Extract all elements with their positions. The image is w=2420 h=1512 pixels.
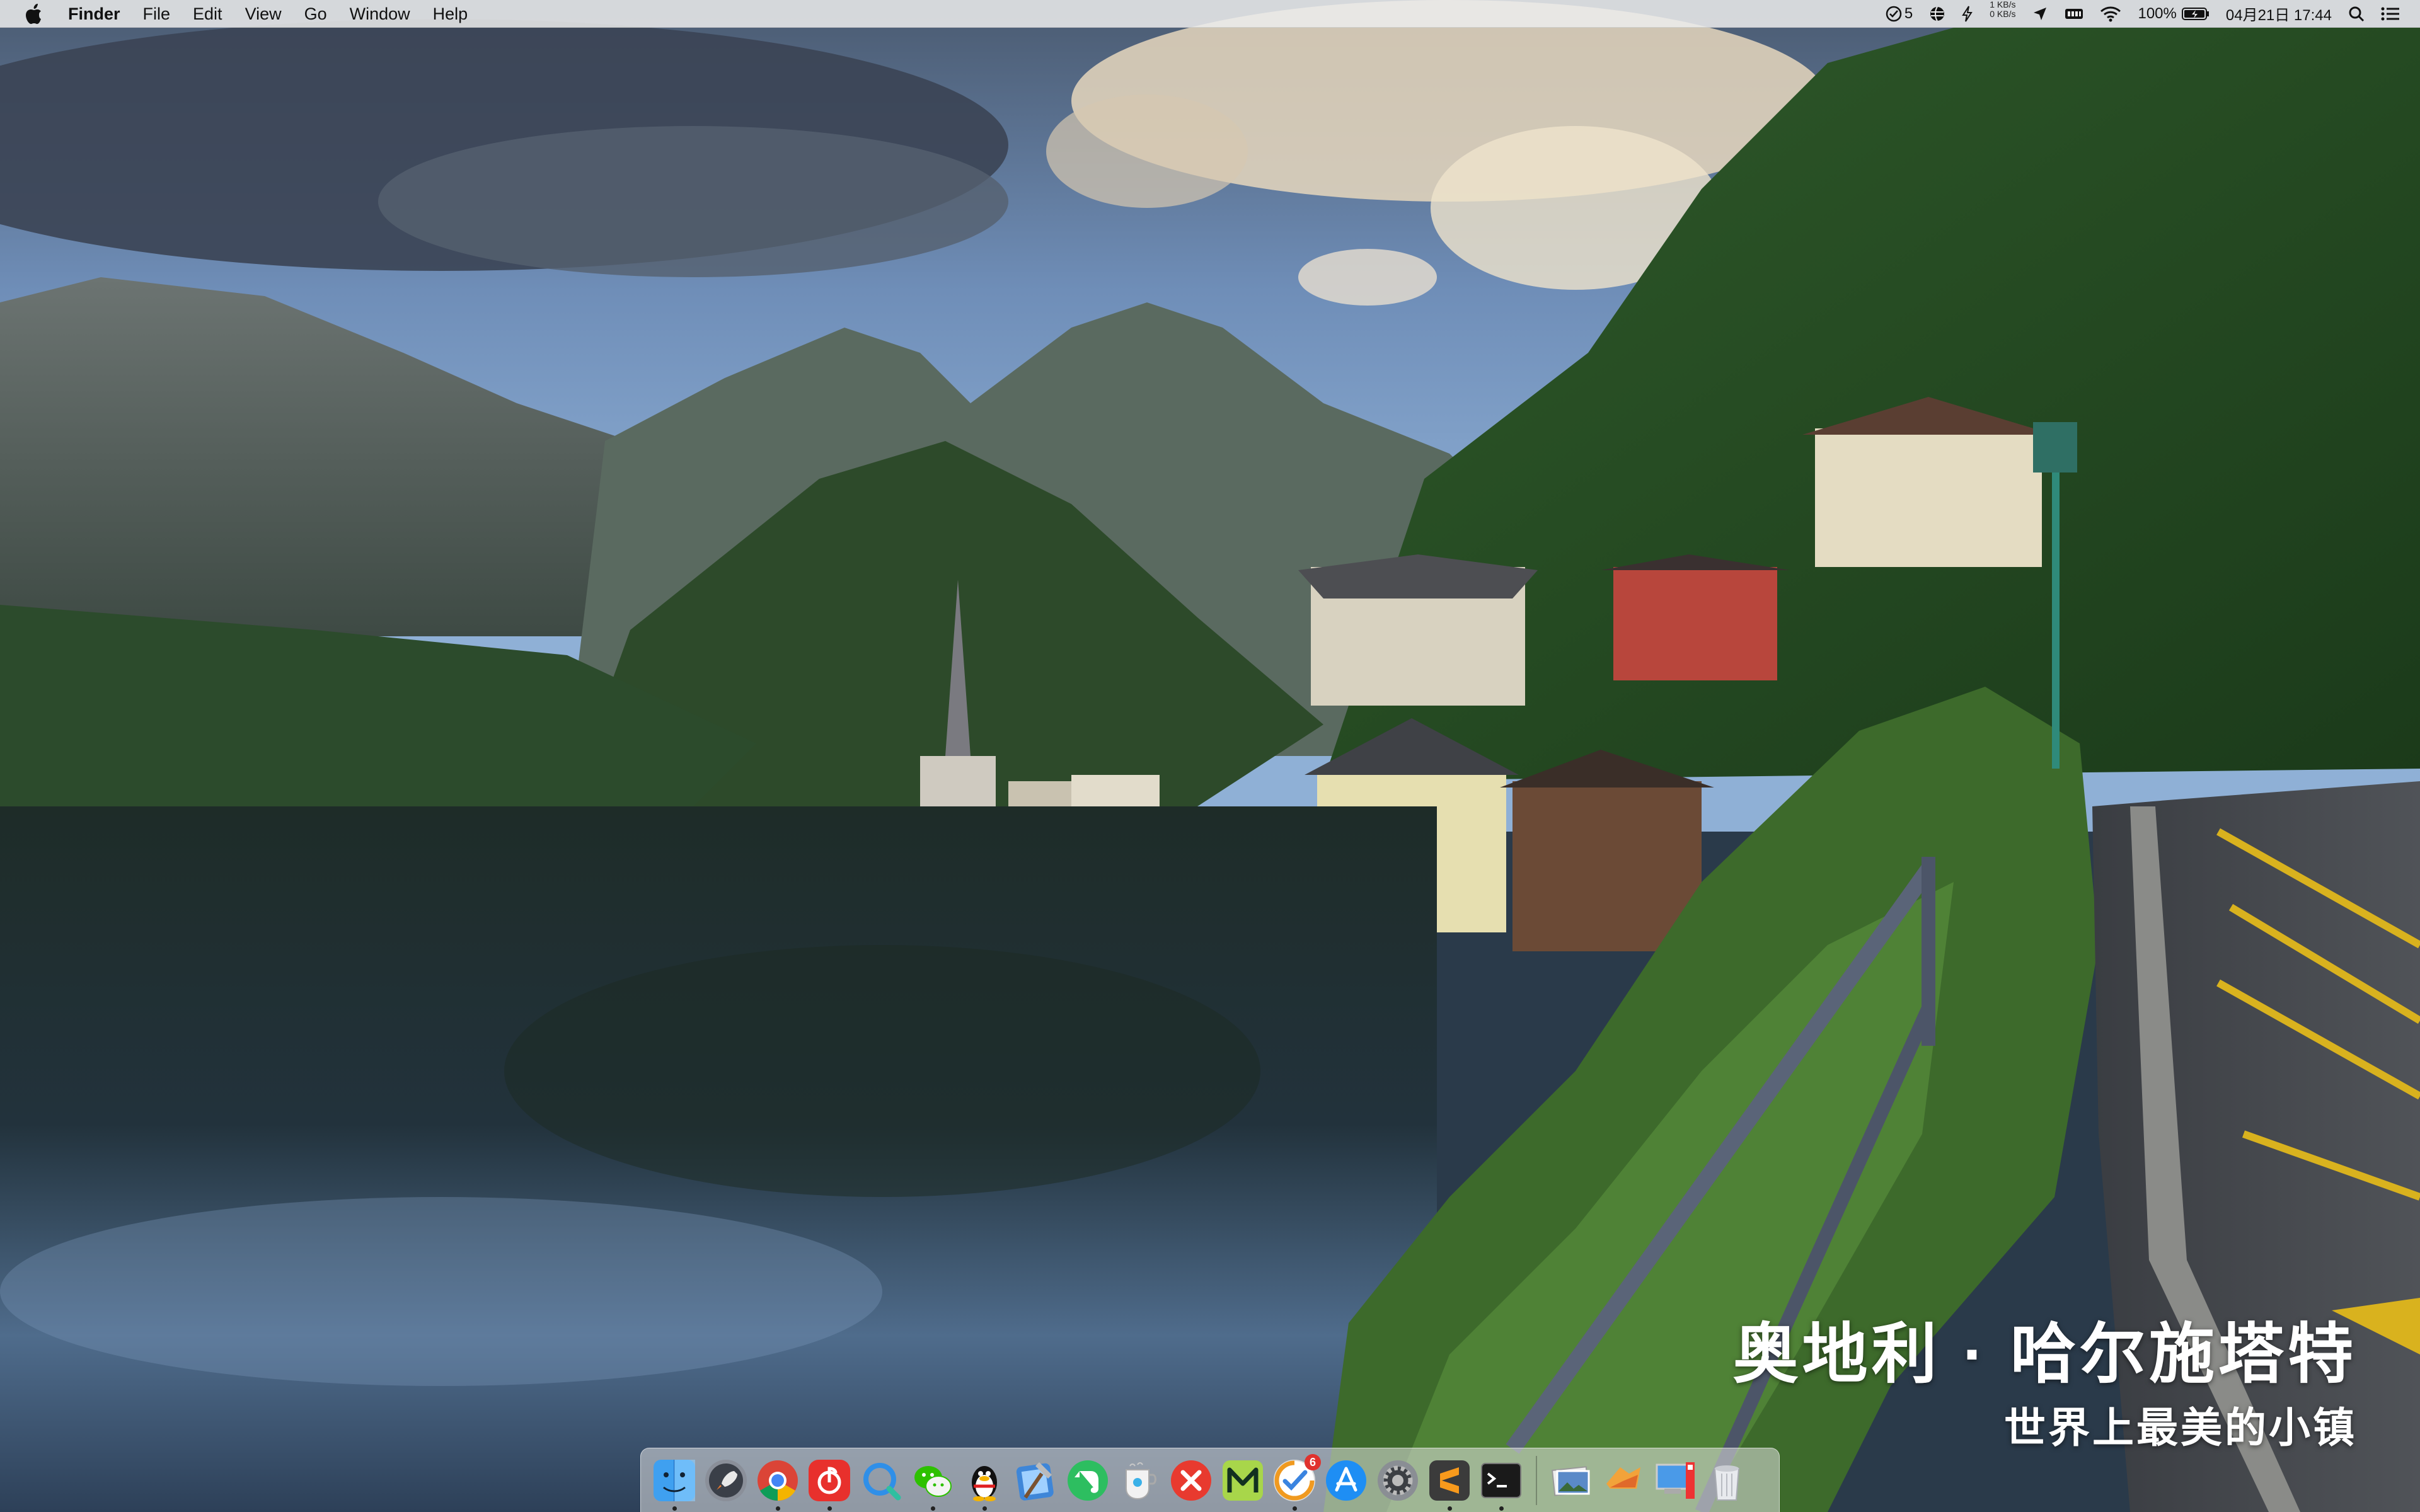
task-status[interactable]: 5 bbox=[1886, 0, 1913, 28]
battery-percent: 100% bbox=[2138, 4, 2177, 22]
memory-chip-icon bbox=[2065, 8, 2083, 19]
menu-edit[interactable]: Edit bbox=[193, 0, 222, 28]
stack-icon bbox=[1606, 1467, 1640, 1489]
elephant-icon bbox=[1068, 1460, 1108, 1501]
hammer-icon bbox=[1016, 1462, 1054, 1501]
dock-trash[interactable] bbox=[1704, 1458, 1749, 1503]
cup-icon bbox=[1126, 1462, 1156, 1499]
running-indicator bbox=[776, 1506, 780, 1511]
checkmark-circle-icon bbox=[1886, 6, 1902, 21]
dock-netease-music[interactable] bbox=[807, 1458, 852, 1511]
menu-view[interactable]: View bbox=[245, 0, 282, 28]
dock-omnifocus[interactable]: 6 bbox=[1272, 1453, 1321, 1511]
dock-mweb[interactable] bbox=[1220, 1458, 1265, 1503]
battery-charging-icon bbox=[2181, 7, 2209, 20]
desktop-icon bbox=[1656, 1462, 1695, 1499]
chrome-icon bbox=[758, 1460, 798, 1501]
wallpaper-caption: 奥地利 · 哈尔施塔特 世界上最美的小镇 bbox=[1733, 1317, 2357, 1454]
apple-icon[interactable] bbox=[25, 2, 45, 26]
clock-datetime[interactable]: 04月21日 17:44 bbox=[2226, 0, 2332, 28]
notification-center[interactable] bbox=[2381, 0, 2400, 28]
network-speed[interactable]: 1 KB/s 0 KB/s bbox=[1990, 0, 2015, 28]
list-icon bbox=[2381, 7, 2399, 20]
menu-help[interactable]: Help bbox=[433, 0, 468, 28]
vpn-status[interactable] bbox=[1929, 0, 1945, 28]
running-indicator bbox=[982, 1506, 987, 1511]
x-icon bbox=[1171, 1460, 1211, 1501]
dock-downloads[interactable] bbox=[1601, 1458, 1646, 1503]
trash-icon bbox=[1714, 1465, 1740, 1501]
menu-bar-left: Finder File Edit View Go Window Help bbox=[0, 0, 490, 28]
caption-title: 奥地利 · 哈尔施塔特 bbox=[1732, 1318, 2357, 1391]
finder-icon bbox=[654, 1459, 695, 1501]
task-count: 5 bbox=[1904, 4, 1913, 22]
bolt-icon bbox=[1962, 5, 1973, 22]
search-icon bbox=[2349, 6, 2365, 21]
menu-window[interactable]: Window bbox=[350, 0, 410, 28]
net-down-speed: 0 KB/s bbox=[1990, 8, 2016, 19]
terminal-icon bbox=[1481, 1462, 1521, 1498]
menu-file[interactable]: File bbox=[143, 0, 171, 28]
battery-status[interactable]: 100% bbox=[2138, 0, 2209, 28]
dock-preview-docs[interactable] bbox=[1549, 1458, 1594, 1503]
dock-terminal[interactable] bbox=[1478, 1458, 1524, 1511]
rocket-icon bbox=[705, 1459, 747, 1501]
dock-finder[interactable] bbox=[652, 1458, 697, 1511]
dock-xcode-toolbox[interactable] bbox=[1013, 1458, 1059, 1503]
dock-separator bbox=[1536, 1455, 1537, 1505]
lightning-status[interactable] bbox=[1962, 0, 1973, 28]
search-status[interactable] bbox=[2348, 0, 2365, 28]
running-indicator bbox=[1448, 1506, 1452, 1511]
caption-subtitle: 世界上最美的小镇 bbox=[2004, 1404, 2357, 1451]
running-indicator bbox=[827, 1506, 832, 1511]
dock-launchpad[interactable] bbox=[703, 1458, 749, 1503]
dock-sublime-text[interactable] bbox=[1427, 1458, 1472, 1511]
photos-icon bbox=[1551, 1465, 1590, 1496]
running-indicator bbox=[931, 1506, 935, 1511]
sublime-icon bbox=[1429, 1460, 1470, 1501]
music-icon bbox=[809, 1459, 850, 1501]
dock-screen-sharing[interactable] bbox=[1652, 1458, 1698, 1503]
location-arrow-icon bbox=[2034, 7, 2047, 20]
running-indicator bbox=[1293, 1506, 1297, 1511]
dock-xmind[interactable] bbox=[1168, 1458, 1214, 1503]
dock-qq[interactable] bbox=[962, 1458, 1007, 1511]
dock-evernote[interactable] bbox=[1065, 1458, 1110, 1503]
menu-bar-status: 5 1 KB/s 0 KB/s 100% 04月21日 17:44 bbox=[1869, 0, 2420, 28]
menu-go[interactable]: Go bbox=[304, 0, 327, 28]
notification-badge: 6 bbox=[1305, 1453, 1321, 1470]
dock: 6 bbox=[640, 1448, 1780, 1512]
menu-bar: Finder File Edit View Go Window Help 5 1… bbox=[0, 0, 2420, 28]
dock-preview[interactable] bbox=[1117, 1458, 1162, 1503]
dock-app-store[interactable] bbox=[1323, 1458, 1369, 1503]
wifi-status[interactable] bbox=[2100, 0, 2121, 28]
m-icon bbox=[1223, 1460, 1263, 1501]
dock-chrome[interactable] bbox=[755, 1458, 800, 1511]
dock-system-preferences[interactable] bbox=[1375, 1458, 1420, 1503]
memory-status[interactable] bbox=[2065, 0, 2083, 28]
running-indicator bbox=[672, 1506, 677, 1511]
browser-icon bbox=[863, 1462, 901, 1500]
globe-icon bbox=[1930, 6, 1945, 21]
desktop-wallpaper bbox=[0, 0, 2420, 1512]
appstore-icon bbox=[1326, 1460, 1366, 1501]
dock-qq-browser[interactable] bbox=[858, 1458, 904, 1503]
wechat-icon bbox=[914, 1465, 952, 1497]
net-up-speed: 1 KB/s bbox=[1990, 0, 2016, 9]
gear-icon bbox=[1378, 1460, 1418, 1501]
location-status[interactable] bbox=[2032, 0, 2048, 28]
running-indicator bbox=[1499, 1506, 1504, 1511]
menu-app-finder[interactable]: Finder bbox=[68, 0, 120, 28]
dock-wechat[interactable] bbox=[910, 1458, 955, 1511]
wifi-icon bbox=[2100, 6, 2121, 21]
penguin-icon bbox=[972, 1465, 997, 1501]
